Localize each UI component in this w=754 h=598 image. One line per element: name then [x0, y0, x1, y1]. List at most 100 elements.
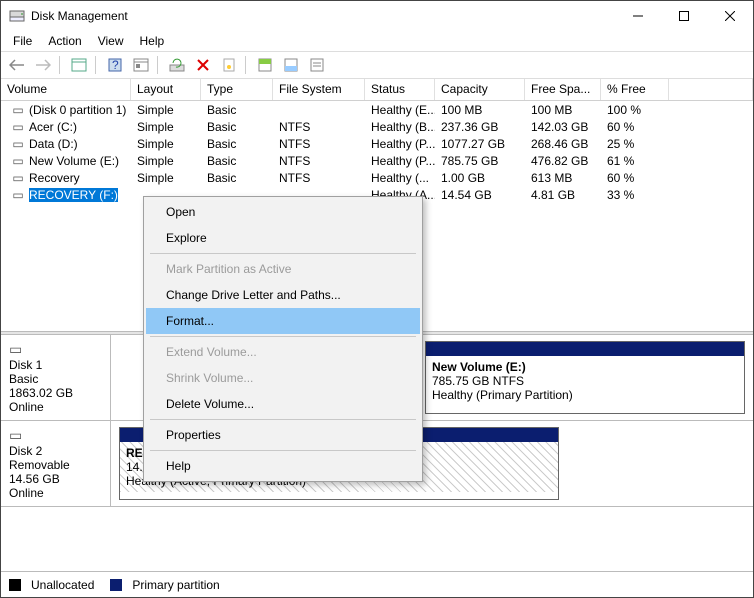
- menu-help[interactable]: Help: [132, 32, 173, 50]
- cell-pctfree: 60 %: [601, 171, 669, 185]
- view-bottom-icon[interactable]: [279, 53, 303, 77]
- minimize-button[interactable]: [615, 1, 661, 31]
- col-filesystem[interactable]: File System: [273, 79, 365, 100]
- volume-row[interactable]: ▭Data (D:)SimpleBasicNTFSHealthy (P...10…: [1, 135, 753, 152]
- menu-action[interactable]: Action: [40, 32, 89, 50]
- col-blank: [669, 79, 753, 100]
- volume-row[interactable]: ▭Acer (C:)SimpleBasicNTFSHealthy (B...23…: [1, 118, 753, 135]
- volume-name: RECOVERY (F:): [29, 188, 118, 202]
- menu-view[interactable]: View: [90, 32, 132, 50]
- cell-free: 100 MB: [525, 103, 601, 117]
- disk-status: Online: [9, 486, 102, 500]
- disk-icon: ▭: [9, 341, 102, 358]
- volume-row[interactable]: ▭RecoverySimpleBasicNTFSHealthy (...1.00…: [1, 169, 753, 186]
- help-button[interactable]: ?: [103, 53, 127, 77]
- cell-type: Basic: [201, 120, 273, 134]
- svg-text:?: ?: [112, 58, 119, 72]
- partition-status: Healthy (Primary Partition): [432, 388, 738, 402]
- view-list-icon[interactable]: [305, 53, 329, 77]
- partition-body: New Volume (E:)785.75 GB NTFSHealthy (Pr…: [426, 356, 744, 406]
- partition-title: New Volume (E:): [432, 360, 738, 374]
- settings-button[interactable]: [129, 53, 153, 77]
- col-status[interactable]: Status: [365, 79, 435, 100]
- properties-icon[interactable]: [217, 53, 241, 77]
- drive-icon: ▭: [7, 154, 29, 168]
- col-type[interactable]: Type: [201, 79, 273, 100]
- col-volume[interactable]: Volume: [1, 79, 131, 100]
- window-title: Disk Management: [31, 9, 615, 23]
- swatch-unallocated: [9, 579, 21, 591]
- disk-name: Disk 2: [9, 444, 102, 458]
- col-pctfree[interactable]: % Free: [601, 79, 669, 100]
- drive-icon: ▭: [7, 120, 29, 134]
- cell-fs: NTFS: [273, 171, 365, 185]
- partition-size: 785.75 GB NTFS: [432, 374, 738, 388]
- cell-pctfree: 100 %: [601, 103, 669, 117]
- cell-status: Healthy (P...: [365, 137, 435, 151]
- context-menu: OpenExploreMark Partition as ActiveChang…: [143, 196, 423, 482]
- disk-type: Basic: [9, 372, 102, 386]
- menu-item[interactable]: Open: [146, 199, 420, 225]
- drive-icon: ▭: [7, 188, 29, 202]
- menu-item[interactable]: Format...: [146, 308, 420, 334]
- legend-unallocated: Unallocated: [31, 578, 94, 592]
- cell-free: 613 MB: [525, 171, 601, 185]
- cell-status: Healthy (...: [365, 171, 435, 185]
- toolbar: ?: [1, 51, 753, 79]
- swatch-primary: [110, 579, 122, 591]
- cell-free: 268.46 GB: [525, 137, 601, 151]
- menu-item[interactable]: Explore: [146, 225, 420, 251]
- cell-pctfree: 25 %: [601, 137, 669, 151]
- show-hide-console-tree-button[interactable]: [67, 53, 91, 77]
- cell-free: 142.03 GB: [525, 120, 601, 134]
- disk-size: 1863.02 GB: [9, 386, 102, 400]
- disk-info[interactable]: ▭Disk 2Removable14.56 GBOnline: [1, 421, 111, 506]
- menu-file[interactable]: File: [5, 32, 40, 50]
- volume-name: Data (D:): [29, 137, 78, 151]
- cell-layout: Simple: [131, 103, 201, 117]
- cell-capacity: 237.36 GB: [435, 120, 525, 134]
- delete-icon[interactable]: [191, 53, 215, 77]
- partition-stripe: [426, 342, 744, 356]
- menu-item[interactable]: Delete Volume...: [146, 391, 420, 417]
- menu-item[interactable]: Help: [146, 453, 420, 479]
- volume-list-header: Volume Layout Type File System Status Ca…: [1, 79, 753, 101]
- disk-info[interactable]: ▭Disk 1Basic1863.02 GBOnline: [1, 335, 111, 420]
- forward-button[interactable]: [31, 53, 55, 77]
- disk-status: Online: [9, 400, 102, 414]
- legend-primary: Primary partition: [132, 578, 219, 592]
- partition[interactable]: New Volume (E:)785.75 GB NTFSHealthy (Pr…: [425, 341, 745, 414]
- cell-type: Basic: [201, 171, 273, 185]
- close-button[interactable]: [707, 1, 753, 31]
- view-top-icon[interactable]: [253, 53, 277, 77]
- refresh-icon[interactable]: [165, 53, 189, 77]
- cell-status: Healthy (B...: [365, 120, 435, 134]
- cell-fs: NTFS: [273, 154, 365, 168]
- cell-fs: NTFS: [273, 120, 365, 134]
- volume-row[interactable]: ▭(Disk 0 partition 1)SimpleBasicHealthy …: [1, 101, 753, 118]
- legend: Unallocated Primary partition: [1, 571, 753, 597]
- menu-item[interactable]: Change Drive Letter and Paths...: [146, 282, 420, 308]
- col-layout[interactable]: Layout: [131, 79, 201, 100]
- maximize-button[interactable]: [661, 1, 707, 31]
- cell-capacity: 100 MB: [435, 103, 525, 117]
- cell-fs: NTFS: [273, 137, 365, 151]
- disk-type: Removable: [9, 458, 102, 472]
- cell-pctfree: 61 %: [601, 154, 669, 168]
- toolbar-sep: [59, 56, 63, 74]
- menu-item: Extend Volume...: [146, 339, 420, 365]
- menubar: File Action View Help: [1, 31, 753, 51]
- back-button[interactable]: [5, 53, 29, 77]
- cell-pctfree: 60 %: [601, 120, 669, 134]
- cell-type: Basic: [201, 154, 273, 168]
- cell-pctfree: 33 %: [601, 188, 669, 202]
- cell-status: Healthy (E...: [365, 103, 435, 117]
- volume-row[interactable]: ▭New Volume (E:)SimpleBasicNTFSHealthy (…: [1, 152, 753, 169]
- toolbar-sep: [157, 56, 161, 74]
- col-capacity[interactable]: Capacity: [435, 79, 525, 100]
- menu-item[interactable]: Properties: [146, 422, 420, 448]
- disk-name: Disk 1: [9, 358, 102, 372]
- volume-name: Recovery: [29, 171, 80, 185]
- col-free[interactable]: Free Spa...: [525, 79, 601, 100]
- cell-capacity: 1077.27 GB: [435, 137, 525, 151]
